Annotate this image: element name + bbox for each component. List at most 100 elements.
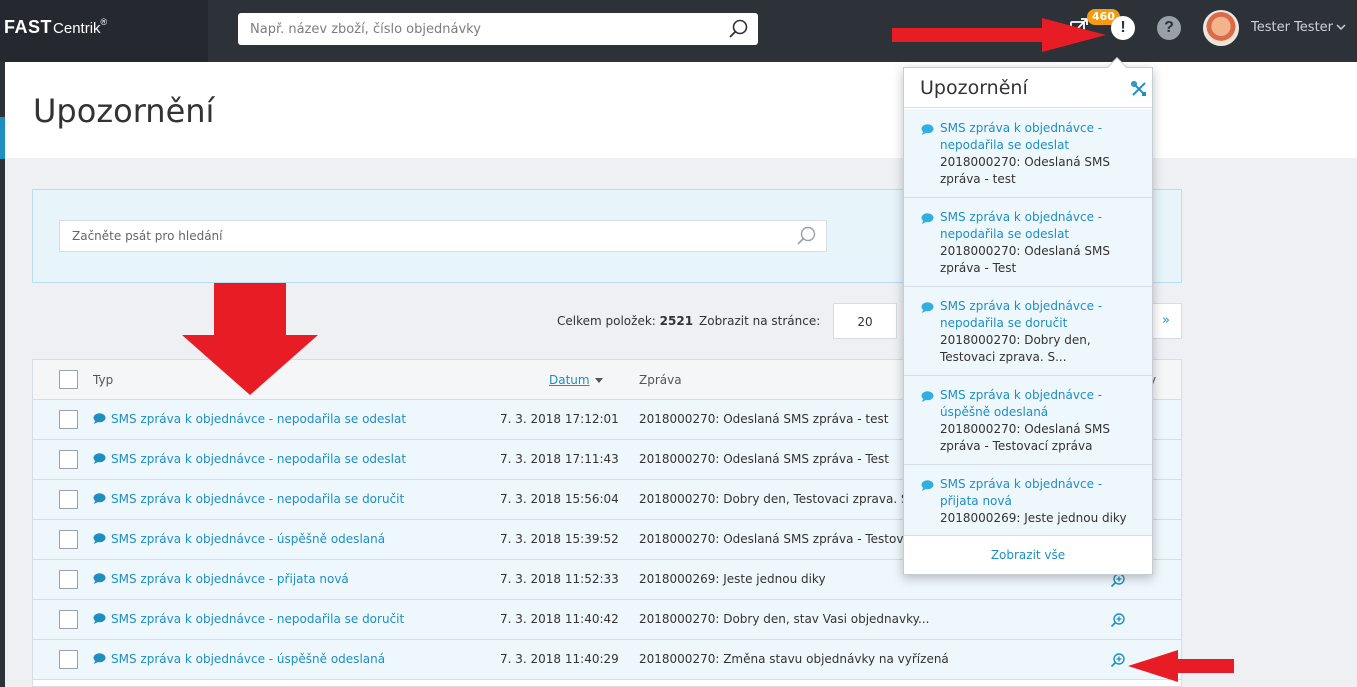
- dropdown-notification-item[interactable]: SMS zpráva k objednávce - přijata nová 2…: [904, 465, 1152, 536]
- dropdown-item-message: 2018000270: Dobry den, Testovaci zprava.…: [940, 333, 1091, 364]
- row-type-text: SMS zpráva k objednávce - úspěšně odesla…: [111, 652, 386, 666]
- row-checkbox[interactable]: [59, 650, 78, 669]
- column-zprava: Zpráva: [639, 373, 682, 387]
- chat-bubble-icon: [93, 533, 106, 544]
- search-icon[interactable]: [796, 225, 818, 247]
- dropdown-notification-item[interactable]: SMS zpráva k objednávce - nepodařila se …: [904, 198, 1152, 287]
- row-message: 2018000270: Odeslaná SMS zpráva - Test: [639, 452, 890, 466]
- dropdown-item-message: 2018000270: Odeslaná SMS zpráva - test: [940, 155, 1110, 186]
- dropdown-item-title: SMS zpráva k objednávce - nepodařila se …: [940, 299, 1103, 330]
- global-search: [238, 13, 758, 45]
- chat-bubble-icon: [921, 302, 934, 313]
- page-header: Upozornění: [5, 62, 1357, 158]
- chevron-down-icon[interactable]: [1336, 22, 1346, 32]
- row-date: 7. 3. 2018 11:40:42: [500, 612, 619, 626]
- table-row[interactable]: SMS zpráva k objednávce - úspěšně odesla…: [33, 640, 1181, 680]
- column-datum-label: Datum: [549, 373, 590, 387]
- row-type-text: SMS zpráva k objednávce - nepodařila se …: [111, 412, 407, 426]
- row-type-link[interactable]: SMS zpráva k objednávce - nepodařila se …: [93, 452, 406, 466]
- dropdown-item-title: SMS zpráva k objednávce - přijata nová: [940, 477, 1103, 508]
- per-page-label: Zobrazit na stránce:: [699, 314, 821, 328]
- row-checkbox[interactable]: [59, 410, 78, 429]
- row-message: 2018000270: Odeslaná SMS zpráva - test: [639, 412, 889, 426]
- select-all-checkbox[interactable]: [59, 370, 78, 389]
- chat-bubble-icon: [93, 613, 106, 624]
- column-typ: Typ: [93, 373, 114, 387]
- row-message: 2018000269: Jeste jednou diky: [639, 572, 826, 586]
- chat-bubble-icon: [93, 453, 106, 464]
- total-label: Celkem položek:: [557, 314, 656, 328]
- top-bar: FASTCentrik® 460 ! ? Tester Tester: [0, 0, 1357, 62]
- notifications-dropdown: Upozornění SMS zpráva k objednávce - nep…: [903, 57, 1153, 575]
- row-checkbox[interactable]: [59, 610, 78, 629]
- row-type-text: SMS zpráva k objednávce - přijata nová: [111, 572, 349, 586]
- row-type-link[interactable]: SMS zpráva k objednávce - úspěšně odesla…: [93, 532, 385, 546]
- dropdown-notification-item[interactable]: SMS zpráva k objednávce - úspěšně odesla…: [904, 376, 1152, 465]
- total-count: 2521: [659, 314, 694, 328]
- row-type-text: SMS zpráva k objednávce - úspěšně odesla…: [111, 532, 386, 546]
- row-date: 7. 3. 2018 17:11:43: [500, 452, 619, 466]
- table-row[interactable]: SMS zpráva k objednávce - nepodařila se …: [33, 600, 1181, 640]
- column-datum-sort[interactable]: Datum: [549, 373, 603, 387]
- sort-desc-icon: [594, 378, 603, 383]
- total-items: Celkem položek: 2521: [557, 314, 693, 328]
- tools-icon[interactable]: [1130, 80, 1148, 98]
- logo-fast: FAST: [4, 17, 53, 37]
- page-title: Upozornění: [33, 92, 215, 130]
- chat-bubble-icon: [921, 391, 934, 402]
- pager-next-button[interactable]: »: [1150, 303, 1182, 339]
- dropdown-item-message: 2018000270: Odeslaná SMS zpráva - Test: [940, 244, 1110, 275]
- per-page-select[interactable]: 20: [833, 303, 897, 339]
- logo[interactable]: FASTCentrik®: [4, 17, 107, 38]
- chat-bubble-icon: [93, 493, 106, 504]
- global-search-input[interactable]: [238, 13, 718, 45]
- row-type-link[interactable]: SMS zpráva k objednávce - úspěšně odesla…: [93, 652, 385, 666]
- user-name[interactable]: Tester Tester: [1251, 20, 1333, 35]
- row-message: 2018000270: Změna stavu objednávky na vy…: [639, 652, 949, 666]
- row-date: 7. 3. 2018 11:52:33: [500, 572, 619, 586]
- logo-reg: ®: [100, 17, 108, 27]
- row-date: 7. 3. 2018 15:56:04: [500, 492, 619, 506]
- row-type-link[interactable]: SMS zpráva k objednávce - nepodařila se …: [93, 412, 406, 426]
- row-type-text: SMS zpráva k objednávce - nepodařila se …: [111, 452, 407, 466]
- row-checkbox[interactable]: [59, 490, 78, 509]
- chat-bubble-icon: [93, 413, 106, 424]
- dropdown-item-title: SMS zpráva k objednávce - nepodařila se …: [940, 210, 1103, 241]
- dropdown-notification-item[interactable]: SMS zpráva k objednávce - nepodařila se …: [904, 109, 1152, 198]
- avatar[interactable]: [1203, 10, 1239, 46]
- dropdown-notification-item[interactable]: SMS zpráva k objednávce - nepodařila se …: [904, 287, 1152, 376]
- filter-search-input[interactable]: [59, 220, 827, 252]
- chat-bubble-icon: [921, 213, 934, 224]
- row-checkbox[interactable]: [59, 570, 78, 589]
- row-type-link[interactable]: SMS zpráva k objednávce - nepodařila se …: [93, 492, 404, 506]
- zoom-in-icon[interactable]: [1110, 652, 1126, 668]
- chat-bubble-icon: [93, 653, 106, 664]
- row-message: 2018000270: Dobry den, stav Vasi objedna…: [639, 612, 930, 626]
- row-type-link[interactable]: SMS zpráva k objednávce - nepodařila se …: [93, 612, 404, 626]
- alert-icon[interactable]: !: [1111, 16, 1135, 40]
- row-type-link[interactable]: SMS zpráva k objednávce - přijata nová: [93, 572, 349, 586]
- row-message: 2018000270: Dobry den, Testovaci zprava.…: [639, 492, 921, 506]
- search-icon[interactable]: [728, 18, 750, 40]
- chat-bubble-icon: [93, 573, 106, 584]
- logo-area: FASTCentrik®: [0, 0, 208, 62]
- row-type-text: SMS zpráva k objednávce - nepodařila se …: [111, 492, 405, 506]
- row-date: 7. 3. 2018 17:12:01: [500, 412, 619, 426]
- zoom-in-icon[interactable]: [1110, 612, 1126, 628]
- row-checkbox[interactable]: [59, 530, 78, 549]
- row-date: 7. 3. 2018 15:39:52: [500, 532, 619, 546]
- row-checkbox[interactable]: [59, 450, 78, 469]
- chat-bubble-icon: [921, 124, 934, 135]
- dropdown-item-message: 2018000269: Jeste jednou diky: [940, 511, 1127, 525]
- row-type-text: SMS zpráva k objednávce - nepodařila se …: [111, 612, 405, 626]
- chat-bubble-icon: [921, 480, 934, 491]
- dropdown-title: Upozornění: [920, 77, 1028, 99]
- show-all-link[interactable]: Zobrazit vše: [904, 536, 1152, 574]
- row-date: 7. 3. 2018 11:40:29: [500, 652, 619, 666]
- logo-centrik: Centrik: [53, 20, 101, 37]
- help-icon[interactable]: ?: [1157, 16, 1181, 40]
- dropdown-item-message: 2018000270: Odeslaná SMS zpráva - Testov…: [940, 422, 1110, 453]
- dropdown-header: Upozornění: [904, 68, 1152, 108]
- dropdown-item-title: SMS zpráva k objednávce - nepodařila se …: [940, 121, 1103, 152]
- dropdown-item-title: SMS zpráva k objednávce - úspěšně odesla…: [940, 388, 1103, 419]
